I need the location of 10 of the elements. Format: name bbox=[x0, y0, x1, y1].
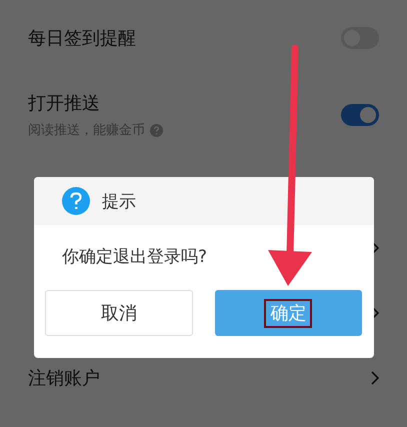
toggle-switch[interactable] bbox=[341, 104, 379, 126]
dialog-message: 你确定退出登录吗? bbox=[61, 246, 208, 268]
cancel-button[interactable]: 取消 bbox=[45, 290, 192, 336]
dialog-title: 提示 bbox=[102, 190, 136, 212]
setting-label: 注销账户 bbox=[28, 366, 100, 390]
setting-label: 打开推送 bbox=[28, 92, 100, 115]
chevron-right-icon bbox=[371, 370, 379, 384]
setting-label: 每日签到提醒 bbox=[28, 26, 136, 50]
question-icon bbox=[62, 187, 90, 215]
help-icon[interactable] bbox=[150, 124, 163, 136]
